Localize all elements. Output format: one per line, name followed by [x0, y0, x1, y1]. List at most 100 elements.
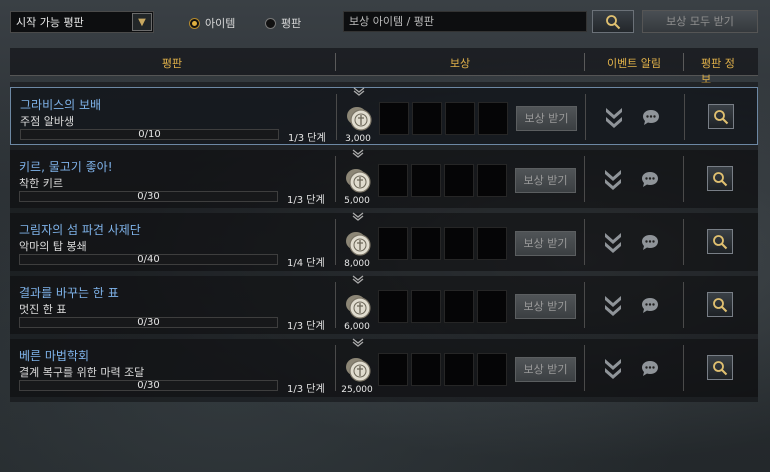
coin-icon[interactable]	[344, 354, 374, 384]
reputation-task: 멋진 한 표	[19, 303, 67, 316]
claim-reward-button[interactable]: 보상 받기	[515, 357, 576, 382]
coin-icon[interactable]	[345, 103, 375, 133]
search-icon	[606, 14, 621, 29]
stage-label: 1/3 단계	[287, 321, 325, 332]
radio-reputation[interactable]: 평판	[265, 15, 301, 31]
reputation-name: 결과를 바꾸는 한 표	[19, 286, 119, 300]
header-divider	[335, 53, 336, 71]
reward-slot[interactable]	[411, 353, 441, 386]
progress-bar: 0/10	[20, 129, 279, 140]
chat-bubble-icon[interactable]	[641, 171, 659, 188]
reward-slot[interactable]	[378, 353, 408, 386]
chevron-down-icon	[352, 149, 364, 158]
chat-bubble-icon[interactable]	[641, 297, 659, 314]
reputation-info-button[interactable]	[708, 104, 734, 129]
coin-icon[interactable]	[344, 291, 374, 321]
reward-slot[interactable]	[444, 227, 474, 260]
reward-amount: 5,000	[344, 196, 370, 206]
reward-slot[interactable]	[378, 290, 408, 323]
chat-bubble-icon[interactable]	[641, 360, 659, 377]
reputation-name: 키르, 물고기 좋아!	[19, 160, 113, 174]
reward-amount: 3,000	[345, 134, 371, 144]
column-divider	[683, 345, 684, 391]
reward-slot[interactable]	[477, 353, 507, 386]
column-divider	[584, 345, 585, 391]
double-chevron-icon[interactable]	[604, 294, 622, 318]
reputation-task: 착한 키르	[19, 177, 63, 190]
radio-item-label: 아이템	[205, 17, 236, 30]
reputation-info-button[interactable]	[707, 229, 733, 254]
reward-slot[interactable]	[478, 102, 508, 135]
magnifier-icon	[713, 171, 728, 186]
double-chevron-icon[interactable]	[604, 231, 622, 255]
reputation-info-button[interactable]	[707, 292, 733, 317]
column-divider	[683, 219, 684, 265]
reward-amount: 25,000	[341, 385, 373, 395]
reward-slot[interactable]	[444, 353, 474, 386]
claim-all-button[interactable]: 보상 모두 받기	[642, 10, 758, 33]
col-event-alert: 이벤트 알림	[606, 57, 662, 70]
radio-reputation-dot[interactable]	[265, 17, 276, 29]
stage-label: 1/4 단계	[287, 258, 325, 269]
list-item[interactable]: 그림자의 섬 파견 사제단 악마의 탑 봉쇄 0/40 1/4 단계 8,000…	[10, 212, 758, 271]
radio-item[interactable]: 아이템	[189, 15, 235, 31]
reward-slot[interactable]	[477, 227, 507, 260]
reward-amount: 8,000	[344, 259, 370, 269]
reward-slot[interactable]	[378, 227, 408, 260]
list-item[interactable]: 베른 마법학회 결계 복구를 위한 마력 조달 0/30 1/3 단계 25,0…	[10, 338, 758, 397]
reward-slot[interactable]	[379, 102, 409, 135]
reputation-window: 시작 가능 평판 ▼ 아이템 평판 보상 아이템 / 평판 보상 모두 받기 평…	[0, 0, 770, 472]
column-divider	[585, 94, 586, 140]
claim-reward-button[interactable]: 보상 받기	[515, 231, 576, 256]
claim-reward-button[interactable]: 보상 받기	[516, 106, 577, 131]
reward-amount: 6,000	[344, 322, 370, 332]
search-button[interactable]	[592, 10, 634, 33]
reward-slot[interactable]	[444, 290, 474, 323]
claim-reward-button[interactable]: 보상 받기	[515, 294, 576, 319]
reward-slot[interactable]	[477, 164, 507, 197]
double-chevron-icon[interactable]	[605, 106, 623, 130]
list-item[interactable]: 그라비스의 보배 주점 알바생 0/10 1/3 단계 3,000 보상 받기	[10, 87, 758, 145]
reward-slot[interactable]	[411, 290, 441, 323]
stage-label: 1/3 단계	[288, 133, 326, 144]
list-item[interactable]: 결과를 바꾸는 한 표 멋진 한 표 0/30 1/3 단계 6,000 보상 …	[10, 275, 758, 334]
stage-label: 1/3 단계	[287, 195, 325, 206]
reputation-name: 베른 마법학회	[19, 349, 90, 363]
radio-item-dot[interactable]	[189, 17, 200, 29]
coin-icon[interactable]	[344, 165, 374, 195]
reputation-task: 결계 복구를 위한 마력 조달	[19, 366, 145, 379]
reward-slot[interactable]	[378, 164, 408, 197]
reward-slot[interactable]	[477, 290, 507, 323]
claim-reward-button[interactable]: 보상 받기	[515, 168, 576, 193]
magnifier-icon	[714, 109, 729, 124]
reward-slot[interactable]	[411, 227, 441, 260]
col-reputation: 평판	[161, 57, 183, 70]
chevron-down-icon	[353, 87, 365, 96]
reward-slot[interactable]	[444, 164, 474, 197]
column-divider	[683, 156, 684, 202]
column-divider	[584, 282, 585, 328]
coin-icon[interactable]	[344, 228, 374, 258]
chat-bubble-icon[interactable]	[641, 234, 659, 251]
table-header: 평판 보상 이벤트 알림 평판 정보	[10, 48, 758, 86]
double-chevron-icon[interactable]	[604, 168, 622, 192]
search-input[interactable]: 보상 아이템 / 평판	[343, 11, 587, 32]
double-chevron-icon[interactable]	[604, 357, 622, 381]
reward-slot[interactable]	[412, 102, 442, 135]
progress-bar: 0/30	[19, 317, 278, 328]
reputation-info-button[interactable]	[707, 355, 733, 380]
filter-dropdown-value: 시작 가능 평판	[16, 16, 84, 29]
stage-label: 1/3 단계	[287, 384, 325, 395]
progress-bar: 0/30	[19, 380, 278, 391]
column-divider	[584, 156, 585, 202]
list-item[interactable]: 키르, 물고기 좋아! 착한 키르 0/30 1/3 단계 5,000 보상 받…	[10, 149, 758, 208]
chevron-down-icon[interactable]: ▼	[132, 13, 152, 31]
column-divider	[683, 282, 684, 328]
radio-reputation-label: 평판	[281, 17, 302, 30]
reputation-info-button[interactable]	[707, 166, 733, 191]
reward-slot[interactable]	[445, 102, 475, 135]
reward-slot[interactable]	[411, 164, 441, 197]
filter-dropdown[interactable]: 시작 가능 평판 ▼	[10, 11, 154, 33]
toolbar: 시작 가능 평판 ▼ 아이템 평판 보상 아이템 / 평판 보상 모두 받기	[0, 0, 770, 40]
chat-bubble-icon[interactable]	[642, 109, 660, 126]
